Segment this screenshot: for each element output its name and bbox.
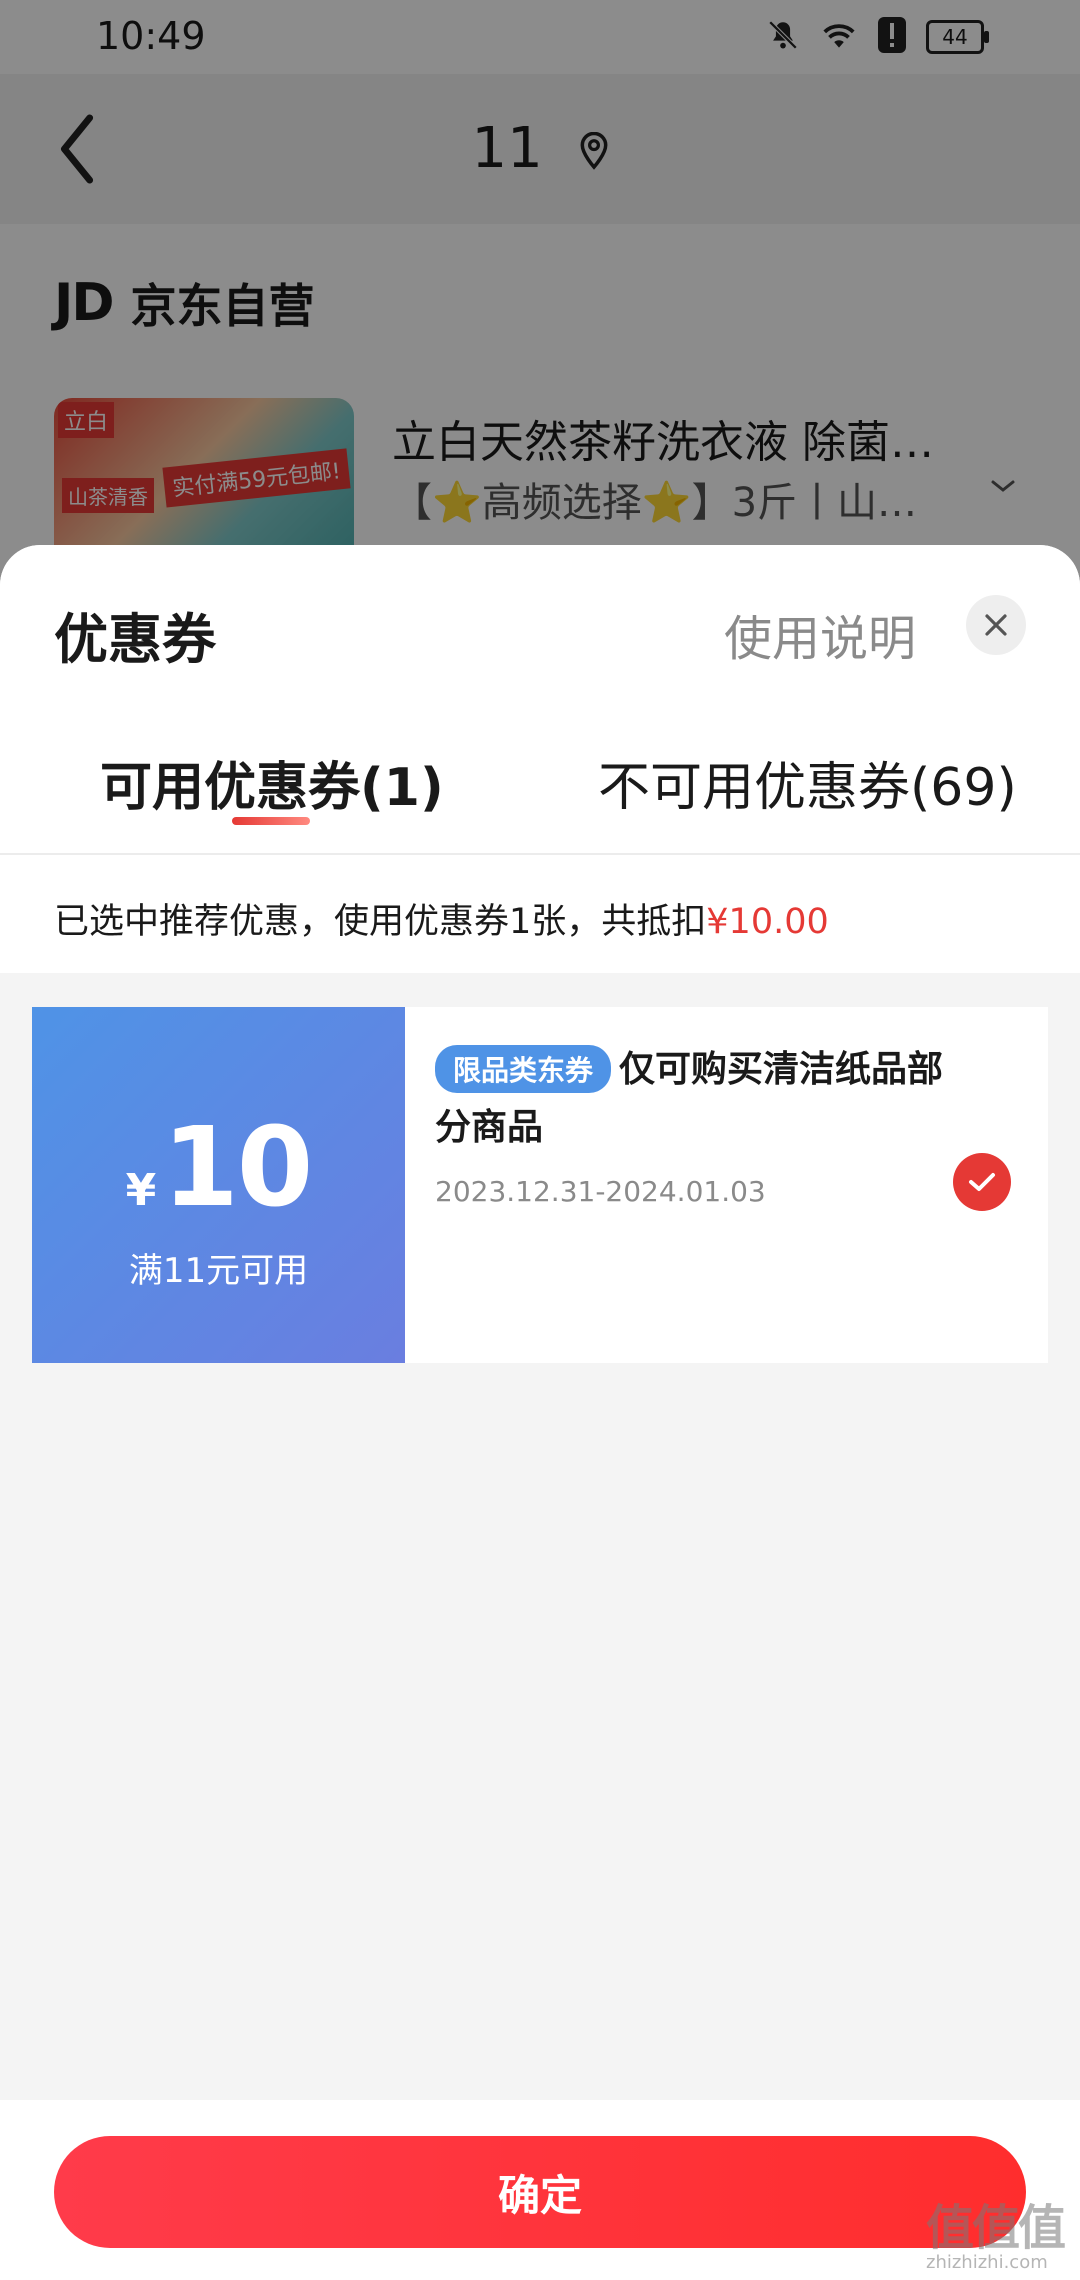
discount-summary: 已选中推荐优惠，使用优惠券1张，共抵扣¥10.00 — [0, 855, 1080, 973]
coupon-validity: 2023.12.31-2024.01.03 — [435, 1175, 766, 1208]
confirm-button[interactable]: 确定 — [54, 2136, 1026, 2248]
coupon-sheet: 优惠券 使用说明 可用优惠券(1) 不可用优惠券(69) 已选中推荐优惠，使用优… — [0, 545, 1080, 2280]
watermark-logo: 值值值 — [926, 2200, 1066, 2256]
summary-text: 已选中推荐优惠，使用优惠券1张，共抵扣¥10.00 — [54, 893, 829, 944]
coupon-type-badge: 限品类东券 — [435, 1045, 612, 1093]
coupon-amount-value: 10 — [162, 1103, 313, 1231]
sheet-title: 优惠券 — [54, 608, 216, 671]
watermark: 值值值 zhizhizhi.com — [926, 2188, 1074, 2273]
coupon-condition: 满11元可用 — [128, 1251, 309, 1291]
coupon-value-panel: ¥10 满11元可用 — [26, 1007, 405, 1363]
sheet-footer: 确定 — [0, 2100, 1080, 2280]
active-tab-indicator — [232, 817, 310, 825]
close-icon — [985, 614, 1007, 636]
summary-prefix: 已选中推荐优惠，使用优惠券1张，共抵扣 — [54, 902, 707, 942]
usage-instructions-link[interactable]: 使用说明 — [724, 599, 916, 669]
coupon-info: 仅可购买清洁纸品部分商品 限品类东券 2023.12.31-2024.01.03 — [405, 1007, 1048, 1363]
coupon-card[interactable]: ¥10 满11元可用 仅可购买清洁纸品部分商品 限品类东券 2023.12.31… — [26, 1007, 1048, 1363]
sheet-header: 优惠券 使用说明 可用优惠券(1) 不可用优惠券(69) — [0, 545, 1080, 855]
tab-available-coupons[interactable]: 可用优惠券(1) — [100, 745, 444, 820]
coupon-currency: ¥ — [125, 1165, 157, 1216]
coupon-selected-checkbox[interactable] — [953, 1153, 1011, 1211]
summary-amount: ¥10.00 — [706, 902, 829, 942]
tab-unavailable-coupons[interactable]: 不可用优惠券(69) — [598, 745, 1017, 820]
close-button[interactable] — [966, 595, 1026, 655]
coupon-amount: ¥10 — [32, 1103, 405, 1231]
check-icon — [969, 1173, 995, 1191]
